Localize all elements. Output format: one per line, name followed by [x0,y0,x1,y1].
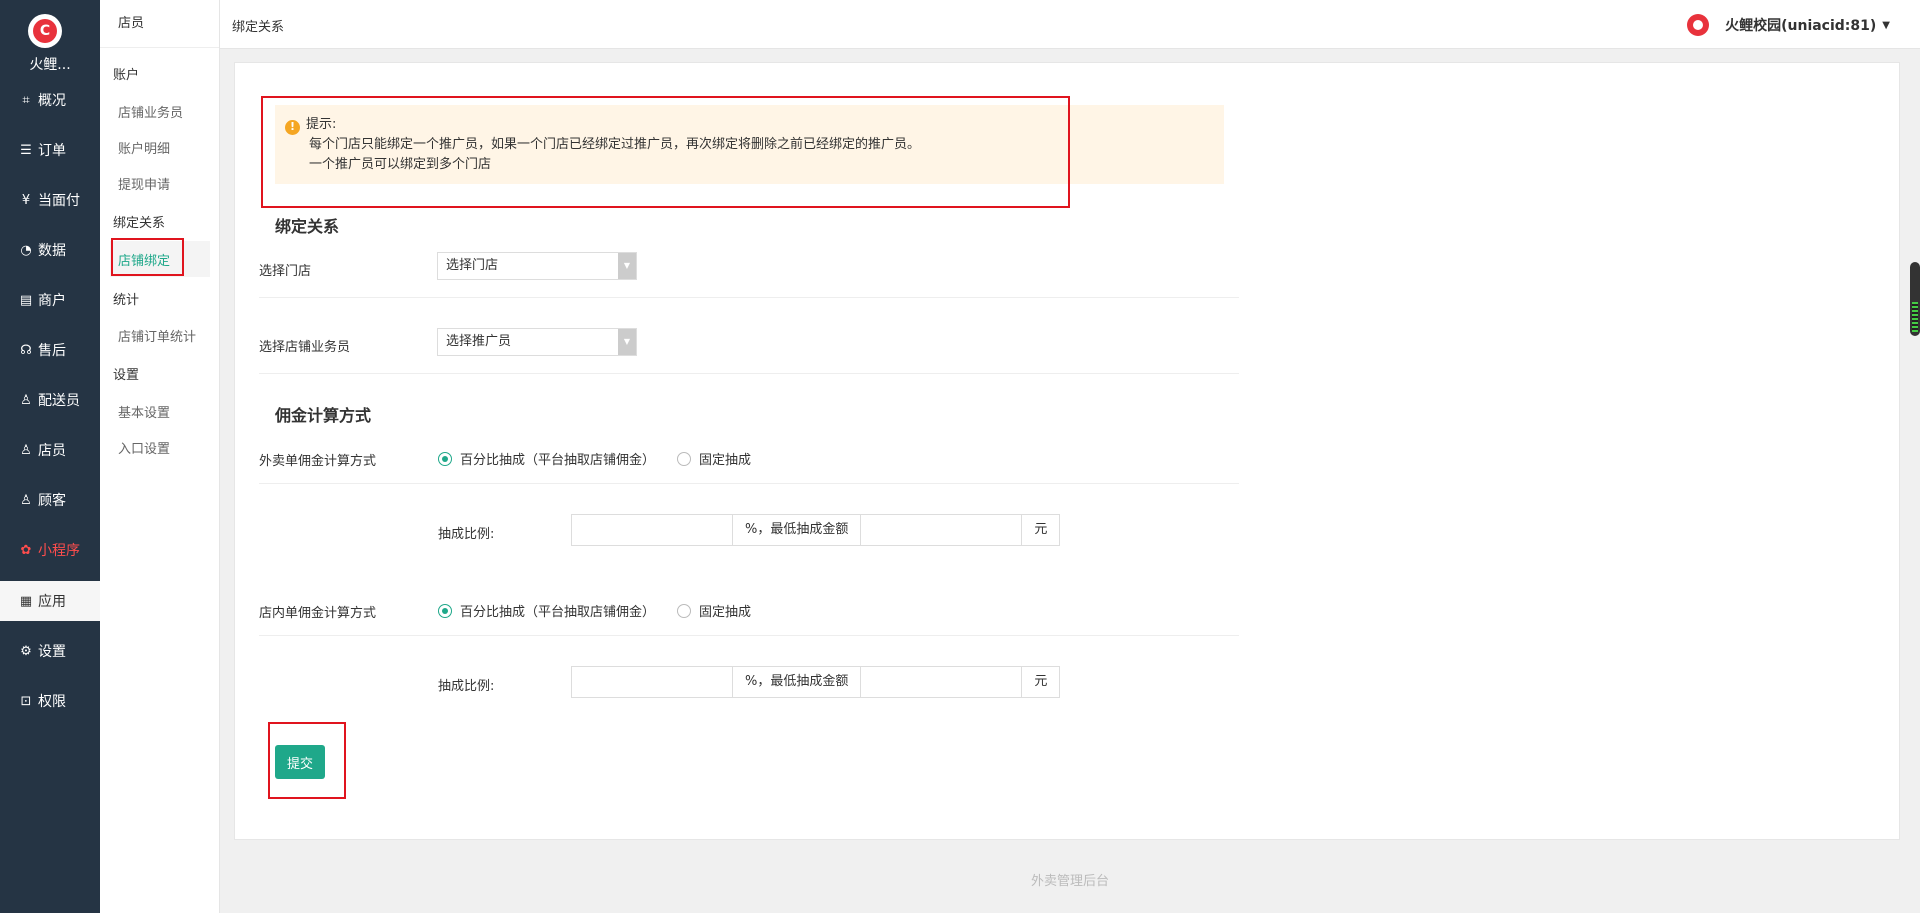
nav-item-orders[interactable]: ☰ 订单 [0,130,100,170]
takeout-radio-percent[interactable] [438,451,452,466]
store-label: 选择门店 [259,264,312,279]
chart-icon: ◔ [20,242,32,258]
user-name: 火鲤校园(uniacid:81) [1725,18,1877,34]
salesman-label: 选择店铺业务员 [259,340,351,355]
instore-radio-fixed-label[interactable]: 固定抽成 [699,601,751,620]
lock-icon: ⊡ [20,693,32,709]
instore-ratio-group: %，最低抽成金额 元 [571,666,1061,698]
nav-item-face-pay[interactable]: ¥ 当面付 [0,180,100,220]
info-icon: ! [285,119,300,135]
divider [259,297,1239,298]
sidebar-group-stats: 统计 [113,293,140,308]
yen-icon: ¥ [21,192,31,208]
courier-icon: ♙ [20,392,32,408]
sidebar-group-account: 账户 [113,68,140,83]
takeout-ratio-input[interactable] [571,514,733,546]
dropdown-arrow-icon: ▼ [618,253,636,279]
tip-line-1: 每个门店只能绑定一个推广员，如果一个门店已经绑定过推广员，再次绑定将删除之前已经… [309,137,921,152]
tip-line-2: 一个推广员可以绑定到多个门店 [309,157,492,172]
store-select[interactable]: 选择门店 ▼ [437,252,637,280]
binding-section-title: 绑定关系 [275,217,340,236]
takeout-radio-percent-label[interactable]: 百分比抽成（平台抽取店铺佣金） [460,449,655,468]
instore-yuan-addon: 元 [1022,666,1061,698]
top-bar: 绑定关系 火鲤校园(uniacid:81) ▼ [220,0,1920,49]
footer-text: 外卖管理后台 [1030,874,1109,889]
nav-item-aftersale[interactable]: ☊ 售后 [0,330,100,370]
nav-item-courier[interactable]: ♙ 配送员 [0,380,100,420]
instore-ratio-label: 抽成比例: [438,679,495,694]
instore-radio-percent-label[interactable]: 百分比抽成（平台抽取店铺佣金） [460,601,655,620]
nav-item-overview[interactable]: ⌗ 概况 [0,80,100,120]
takeout-min-amount-input[interactable] [860,514,1023,546]
sidebar-item-account-detail[interactable]: 账户明细 [118,138,170,157]
takeout-radio-fixed-label[interactable]: 固定抽成 [699,449,751,468]
app-logo-icon[interactable]: C [28,14,62,48]
sidebar-item-withdraw[interactable]: 提现申请 [118,174,170,193]
instore-radio-percent[interactable] [438,603,452,618]
instore-radio-group: 百分比抽成（平台抽取店铺佣金） 固定抽成 [438,601,773,620]
sidebar-item-order-stats[interactable]: 店铺订单统计 [118,326,196,345]
main-nav: C 火鲤... ⌗ 概况 ☰ 订单 ¥ 当面付 ◔ 数据 ▤ 商户 ☊ 售后 ♙ 配送员 ♙ 店… [0,0,100,913]
clerk-icon: ♙ [20,442,32,458]
instore-radio-fixed[interactable] [677,603,692,618]
order-icon: ☰ [20,142,32,158]
nav-item-apps[interactable]: ▦ 应用 [0,581,100,621]
dropdown-arrow-icon: ▼ [618,329,636,355]
takeout-min-addon: %，最低抽成金额 [733,514,861,546]
nav-item-merchant[interactable]: ▤ 商户 [0,280,100,320]
store-select-value: 选择门店 [446,258,499,273]
salesman-select-value: 选择推广员 [446,334,512,349]
overview-icon: ⌗ [22,92,30,108]
salesman-select[interactable]: 选择推广员 ▼ [437,328,637,356]
submit-button[interactable]: 提交 [275,745,326,779]
store-icon: ▤ [19,292,33,308]
instore-min-amount-input[interactable] [860,666,1023,698]
secondary-sidebar: 店员 账户 店铺业务员 账户明细 提现申请 绑定关系 店铺绑定 统计 店铺订单统… [100,0,220,913]
takeout-ratio-group: %，最低抽成金额 元 [571,514,1061,546]
nav-item-permissions[interactable]: ⊡ 权限 [0,681,100,721]
takeout-radio-group: 百分比抽成（平台抽取店铺佣金） 固定抽成 [438,449,773,468]
sidebar-item-basic-settings[interactable]: 基本设置 [118,402,170,421]
takeout-ratio-label: 抽成比例: [438,527,495,542]
sidebar-item-entry-settings[interactable]: 入口设置 [118,438,170,457]
divider [259,373,1239,374]
sidebar-group-settings: 设置 [113,368,140,383]
tip-title: 提示: [306,117,337,132]
takeout-commission-label: 外卖单佣金计算方式 [259,454,377,469]
scrollbar-grip[interactable] [1912,302,1918,332]
miniprogram-icon: ✿ [20,542,32,558]
scrollbar[interactable] [1910,262,1920,336]
instore-commission-label: 店内单佣金计算方式 [259,606,377,621]
takeout-yuan-addon: 元 [1022,514,1061,546]
instore-min-addon: %，最低抽成金额 [733,666,861,698]
user-menu[interactable]: 火鲤校园(uniacid:81) ▼ [1687,14,1890,36]
takeout-radio-fixed[interactable] [677,451,692,466]
tip-box: ! 提示: 每个门店只能绑定一个推广员，如果一个门店已经绑定过推广员，再次绑定将删… [275,105,1224,184]
nav-item-settings[interactable]: ⚙ 设置 [0,631,100,671]
apps-icon: ▦ [19,593,33,609]
nav-item-clerk[interactable]: ♙ 店员 [0,430,100,470]
sidebar-group-binding: 绑定关系 [113,216,166,231]
brand-name: 火鲤... [29,57,71,73]
nav-item-data[interactable]: ◔ 数据 [0,230,100,270]
sidebar-item-store-binding[interactable]: 店铺绑定 [118,250,170,269]
sidebar-title: 店员 [100,0,219,48]
settings-icon: ⚙ [20,643,32,659]
breadcrumb: 绑定关系 [232,20,285,35]
nav-item-customer[interactable]: ♙ 顾客 [0,480,100,520]
commission-section-title: 佣金计算方式 [275,406,372,425]
divider [259,635,1239,636]
nav-item-miniprogram[interactable]: ✿ 小程序 [0,530,100,570]
instore-ratio-input[interactable] [571,666,733,698]
sidebar-item-salesman[interactable]: 店铺业务员 [118,102,183,121]
customer-icon: ♙ [20,492,32,508]
user-logo-icon [1687,14,1710,36]
caret-down-icon: ▼ [1882,19,1890,31]
headset-icon: ☊ [20,342,32,358]
divider [259,483,1239,484]
